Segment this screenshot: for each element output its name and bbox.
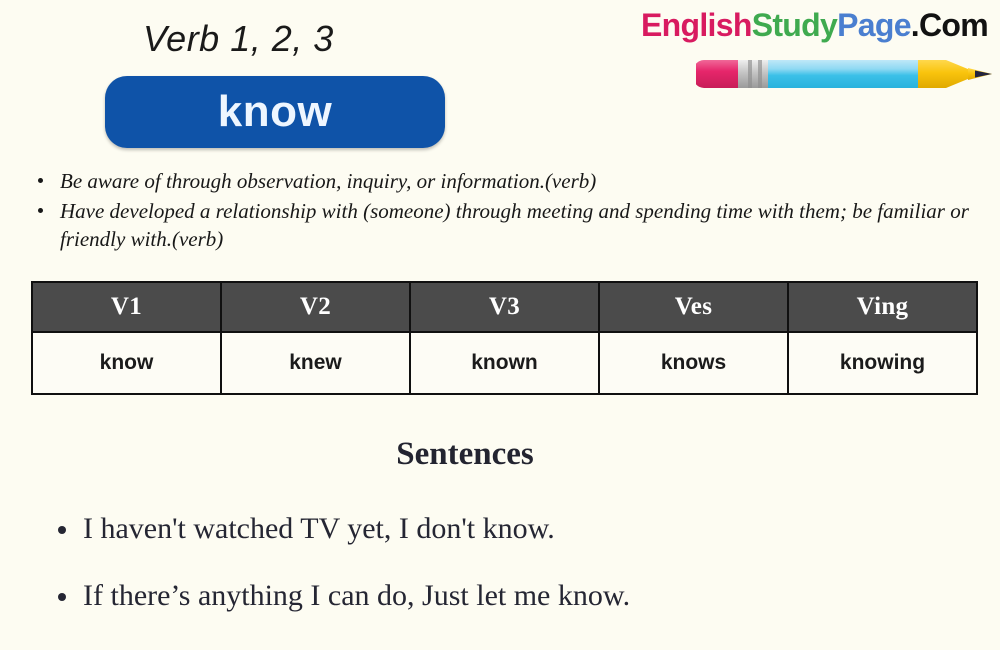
table-cell-v2: knew [220, 331, 411, 395]
table-row: know knew known knows knowing [31, 331, 978, 395]
table-cell-v1: know [31, 331, 222, 395]
verb-forms-table: V1 V2 V3 Ves Ving know knew known knows … [31, 281, 978, 395]
table-header-v2: V2 [220, 281, 411, 333]
definition-text: Have developed a relationship with (some… [60, 198, 969, 251]
table-cell-v3: known [409, 331, 600, 395]
sentence-text: If there’s anything I can do, Just let m… [83, 578, 631, 612]
sentence-list: I haven't watched TV yet, I don't know. … [55, 512, 955, 645]
table-header-ving: Ving [787, 281, 978, 333]
logo-part-page: Page [837, 7, 911, 43]
logo-wordmark: EnglishStudyPage.Com [641, 7, 989, 43]
sentence-item: If there’s anything I can do, Just let m… [55, 579, 955, 613]
table-header-v3: V3 [409, 281, 600, 333]
bullet-icon [38, 207, 43, 213]
table-header-row: V1 V2 V3 Ves Ving [31, 281, 978, 333]
table-header-ves: Ves [598, 281, 789, 333]
definition-list: Be aware of through observation, inquiry… [30, 168, 980, 256]
table-header-v1: V1 [31, 281, 222, 333]
definition-item: Have developed a relationship with (some… [30, 198, 980, 254]
page-header: Verb 1, 2, 3 know EnglishStudyPage.Com [0, 0, 1000, 160]
page-title: Verb 1, 2, 3 [143, 18, 334, 59]
verb-badge: know [105, 76, 445, 148]
table-cell-ving: knowing [787, 331, 978, 395]
pencil-icon [696, 60, 992, 88]
sentences-heading: Sentences [396, 436, 534, 472]
definition-text: Be aware of through observation, inquiry… [60, 169, 597, 193]
bullet-icon [58, 592, 66, 601]
bullet-icon [58, 526, 66, 534]
logo-part-study: Study [751, 7, 838, 43]
sentence-text: I haven't watched TV yet, I don't know. [83, 512, 555, 545]
definition-item: Be aware of through observation, inquiry… [30, 168, 980, 196]
verb-badge-label: know [217, 87, 333, 136]
logo-part-com: .Com [910, 7, 989, 43]
site-logo[interactable]: EnglishStudyPage.Com [641, 7, 992, 100]
table-cell-ves: knows [598, 331, 789, 395]
bullet-icon [38, 178, 43, 183]
sentence-item: I haven't watched TV yet, I don't know. [55, 512, 955, 546]
logo-part-english: English [641, 7, 752, 43]
